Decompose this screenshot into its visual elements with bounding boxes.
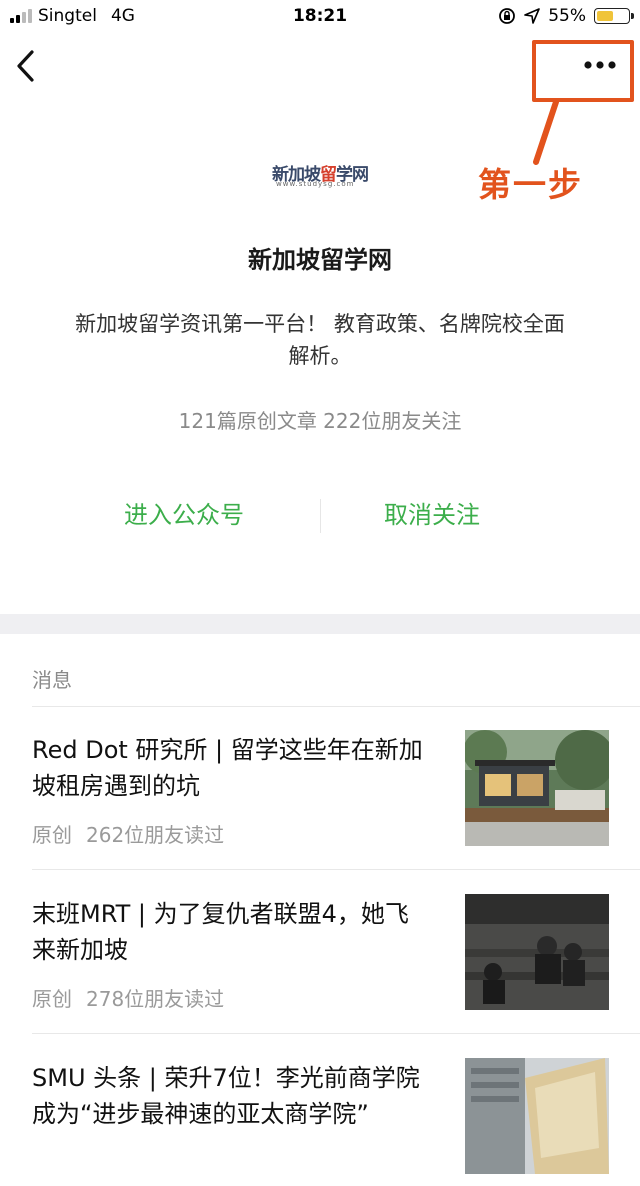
annotation-highlight-box bbox=[532, 40, 634, 102]
messages-section-title: 消息 bbox=[32, 668, 72, 692]
divider bbox=[32, 706, 640, 707]
logo-url: www.studysg.com bbox=[276, 180, 355, 188]
article-thumbnail-house bbox=[465, 730, 609, 846]
article-title: SMU 头条 | 荣升7位！李光前商学院成为“进步最神速的亚太商学院” bbox=[32, 1064, 420, 1128]
actions-divider bbox=[320, 499, 321, 533]
article-tag: 原创 bbox=[32, 987, 72, 1011]
account-stats: 121篇原创文章 222位朋友关注 bbox=[178, 409, 462, 433]
divider bbox=[32, 1033, 640, 1034]
back-chevron-icon[interactable] bbox=[12, 46, 42, 86]
article-reads: 262位朋友读过 bbox=[86, 823, 225, 847]
section-gap bbox=[0, 614, 640, 634]
article-item[interactable]: 末班MRT | 为了复仇者联盟4，她飞来新加坡 原创 278位朋友读过 bbox=[0, 872, 640, 1022]
rotation-lock-icon bbox=[499, 8, 516, 24]
article-item[interactable]: Red Dot 研究所 | 留学这些年在新加坡租房遇到的坑 原创 262位朋友读过 bbox=[0, 708, 640, 858]
annotation-step-label: 第一步 bbox=[478, 165, 583, 204]
article-title: 末班MRT | 为了复仇者联盟4，她飞来新加坡 bbox=[32, 900, 409, 964]
account-name: 新加坡留学网 bbox=[248, 246, 392, 274]
battery-percent: 55% bbox=[548, 6, 586, 26]
article-meta bbox=[32, 1147, 46, 1171]
article-tag: 原创 bbox=[32, 823, 72, 847]
unfollow-button[interactable]: 取消关注 bbox=[384, 495, 480, 530]
account-actions: 进入公众号 取消关注 bbox=[0, 495, 640, 539]
article-reads: 278位朋友读过 bbox=[86, 987, 225, 1011]
battery-icon bbox=[594, 8, 634, 24]
article-item[interactable]: SMU 头条 | 荣升7位！李光前商学院成为“进步最神速的亚太商学院” bbox=[0, 1036, 640, 1186]
status-right: 55% bbox=[498, 6, 634, 26]
location-arrow-icon bbox=[524, 8, 541, 24]
article-meta: 原创 262位朋友读过 bbox=[32, 819, 224, 848]
annotation-pointer-line bbox=[533, 100, 559, 165]
divider bbox=[32, 869, 640, 870]
article-title: Red Dot 研究所 | 留学这些年在新加坡租房遇到的坑 bbox=[32, 736, 423, 800]
status-bar: Singtel 4G 18:21 55% bbox=[0, 0, 640, 34]
account-logo: 新加坡留学网 www.studysg.com bbox=[272, 160, 369, 190]
enter-account-button[interactable]: 进入公众号 bbox=[124, 495, 244, 530]
article-thumbnail-cinema bbox=[465, 894, 609, 1010]
article-meta: 原创 278位朋友读过 bbox=[32, 983, 224, 1012]
article-thumbnail-building bbox=[465, 1058, 609, 1174]
battery-fill bbox=[597, 11, 613, 21]
account-description: 新加坡留学资讯第一平台！ 教育政策、名牌院校全面解析。 bbox=[75, 312, 565, 368]
